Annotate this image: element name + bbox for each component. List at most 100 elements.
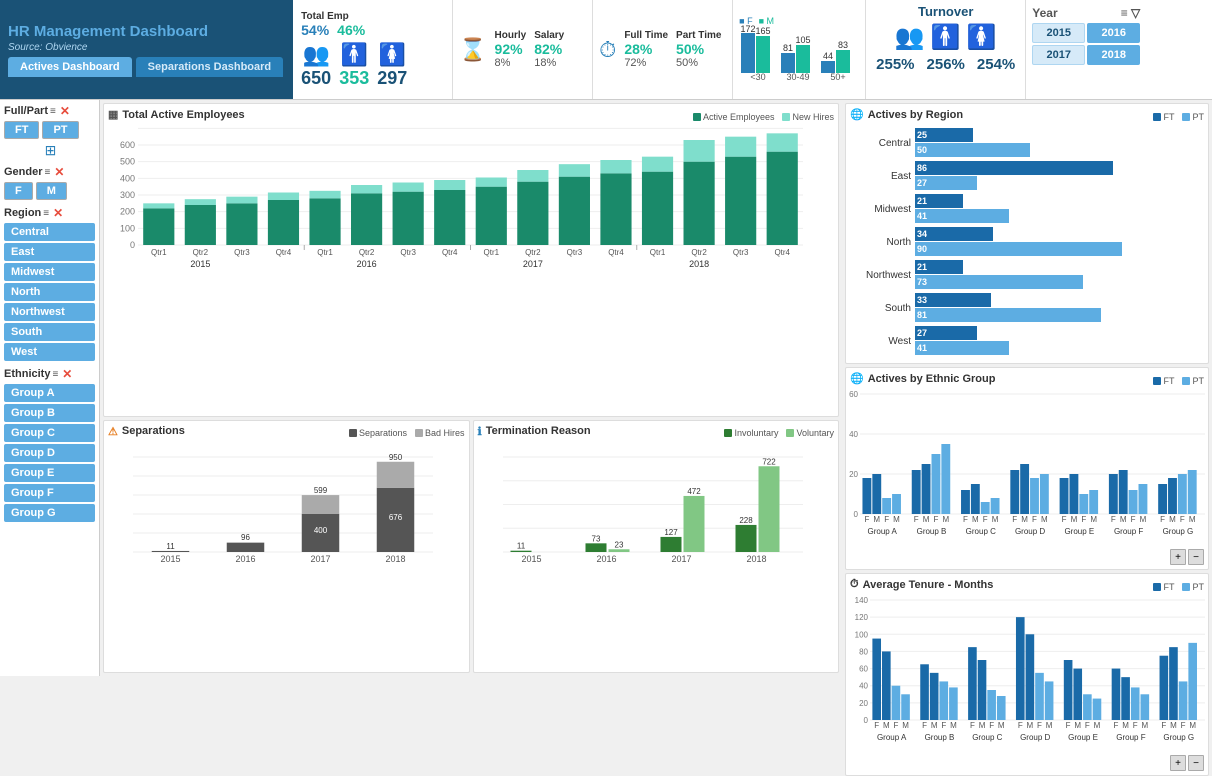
ethnicity-groupg[interactable]: Group G [4,504,95,522]
svg-text:472: 472 [687,487,701,496]
total-emp-label: Total Emp [301,11,407,22]
ethnicity-groupb[interactable]: Group B [4,404,95,422]
svg-text:Group E: Group E [1064,527,1094,536]
svg-text:40: 40 [849,430,858,439]
region-pt-fill: 50 [915,143,1030,157]
year-2015[interactable]: 2015 [1032,23,1085,43]
actives-region-title: 🌐 Actives by Region [850,108,963,121]
termination-title: ℹ Termination Reason [478,425,591,438]
year-filter-icon[interactable]: ≡ ▽ [1121,6,1141,20]
region-pt-val: 90 [917,244,927,254]
svg-text:Qtr3: Qtr3 [234,248,250,257]
svg-text:722: 722 [762,457,776,466]
region-filter-icon[interactable]: ≡ [43,208,49,219]
year-2017[interactable]: 2017 [1032,45,1085,65]
svg-text:Qtr2: Qtr2 [193,248,209,257]
svg-text:<30: <30 [751,72,766,82]
gender-btn-f[interactable]: F [4,182,33,200]
fullpart-filter-icon[interactable]: ≡ [50,106,56,117]
year-2018[interactable]: 2018 [1087,45,1140,65]
svg-text:M: M [942,515,949,524]
svg-text:Qtr4: Qtr4 [774,248,790,257]
region-ft-val: 86 [917,163,927,173]
hourly-pct1: 92% [495,41,527,57]
ethnicity-groupa[interactable]: Group A [4,384,95,402]
svg-text:M: M [1094,721,1101,730]
region-south[interactable]: South [4,323,95,341]
actives-ethnic-panel: 🌐 Actives by Ethnic Group FT PT 0204060F… [845,367,1209,570]
legend-dot-voluntary [786,429,794,437]
region-midwest[interactable]: Midwest [4,263,95,281]
svg-text:Group B: Group B [917,527,947,536]
svg-text:F: F [933,515,938,524]
ethnicity-groupe[interactable]: Group E [4,464,95,482]
tab-separations[interactable]: Separations Dashboard [136,57,283,77]
ethnicity-groupf[interactable]: Group F [4,484,95,502]
region-ft-val: 27 [917,328,927,338]
region-row: Midwest 21 41 [850,194,1204,224]
region-bars: 33 81 [915,293,1204,323]
ethnicity-clear-icon[interactable]: ✕ [62,367,72,381]
region-bars: 86 27 [915,161,1204,191]
region-north[interactable]: North [4,283,95,301]
fullpart-btn-pt[interactable]: PT [42,121,78,139]
region-northwest[interactable]: Northwest [4,303,95,321]
pt-pct1: 50% [676,41,721,57]
fullpart-add-icon[interactable]: ⊞ [45,142,57,159]
ft-pct2: 72% [624,57,668,69]
svg-text:73: 73 [591,534,600,543]
fullpart-btns: FT PT [4,121,95,139]
region-west[interactable]: West [4,343,95,361]
year-2016[interactable]: 2016 [1087,23,1140,43]
region-clear-icon[interactable]: ✕ [53,206,63,220]
region-central[interactable]: Central [4,223,95,241]
ethnicity-groupd[interactable]: Group D [4,444,95,462]
svg-text:M: M [923,515,930,524]
total-active-chart: 0100200300400500600Qtr1Qtr2Qtr3Qtr42015Q… [108,125,808,280]
region-ft-bar: 25 [915,128,1204,142]
gender-clear-icon[interactable]: ✕ [54,165,64,179]
ethnicity-groupc[interactable]: Group C [4,424,95,442]
svg-text:200: 200 [120,207,135,217]
region-pt-fill: 81 [915,308,1101,322]
ethnic-chart-minus[interactable]: − [1188,549,1204,565]
ethnic-chart-plus[interactable]: + [1170,549,1186,565]
svg-text:M: M [1041,515,1048,524]
tab-actives[interactable]: Actives Dashboard [8,57,132,77]
gender-filter-icon[interactable]: ≡ [45,167,51,178]
tenure-chart-minus[interactable]: − [1188,755,1204,771]
svg-text:F: F [1161,721,1166,730]
legend-active: Active Employees [693,112,775,122]
fullpart-clear-icon[interactable]: ✕ [60,104,70,118]
ethnicity-filter-icon[interactable]: ≡ [52,369,58,380]
separations-title: ⚠ Separations [108,425,185,438]
legend-ft: FT [1153,112,1174,122]
region-pt-fill: 73 [915,275,1083,289]
svg-text:M: M [1120,515,1127,524]
tenure-chart-plus[interactable]: + [1170,755,1186,771]
svg-text:F: F [1131,515,1136,524]
svg-text:M: M [1090,515,1097,524]
svg-text:F: F [864,515,869,524]
year-grid: 2015 2016 2017 2018 [1032,23,1140,65]
region-ft-bar: 21 [915,194,1204,208]
svg-text:105: 105 [796,35,811,45]
fullpart-btn-ft[interactable]: FT [4,121,39,139]
region-bars: 25 50 [915,128,1204,158]
region-east[interactable]: East [4,243,95,261]
svg-text:F: F [1012,515,1017,524]
svg-text:M: M [1170,721,1177,730]
gender-btn-m[interactable]: M [36,182,67,200]
legend-dot-pt [1182,113,1190,121]
svg-text:100: 100 [855,630,869,639]
svg-text:Qtr1: Qtr1 [151,248,167,257]
svg-text:F: F [1133,721,1138,730]
legend-badhires: Bad Hires [415,428,465,438]
fullpart-stats: ⏱ Full Time 28% 72% Part Time 50% 50% [593,0,733,99]
fullpart-label: Full/Part ≡ ✕ [4,104,95,118]
svg-text:F: F [1180,515,1185,524]
svg-text:100: 100 [120,223,135,233]
svg-text:Group C: Group C [972,733,1002,742]
region-pt-val: 81 [917,310,927,320]
svg-text:Qtr2: Qtr2 [359,248,375,257]
